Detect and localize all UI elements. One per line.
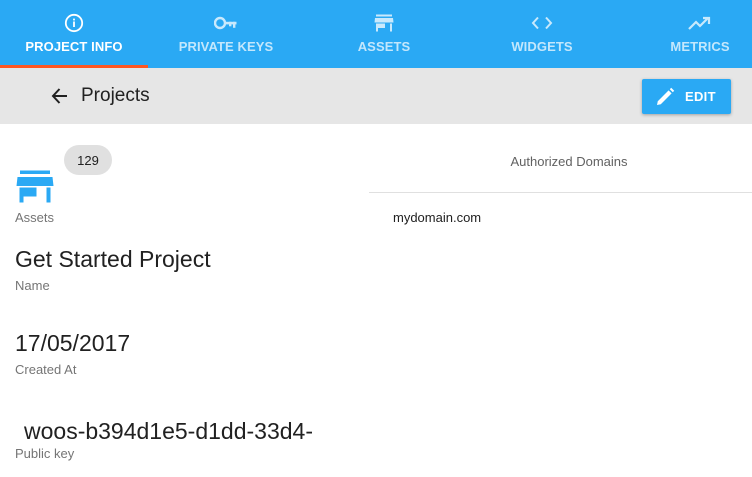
public-key-label: Public key — [15, 446, 75, 461]
page-title: Projects — [81, 85, 150, 106]
tab-label: ASSETS — [357, 39, 411, 54]
public-key-value: woos-b394d1e5-d1dd-33d4- — [24, 418, 313, 444]
tab-label: PROJECT INFO — [25, 39, 123, 54]
trending-up-icon — [688, 12, 712, 34]
pencil-icon — [655, 87, 675, 112]
tab-metrics[interactable]: METRICS — [626, 0, 752, 68]
store-icon — [374, 12, 394, 34]
code-icon — [531, 12, 553, 34]
tab-bar: PROJECT INFO PRIVATE KEYS ASSETS WIDGETS… — [0, 0, 752, 68]
edit-label: EDIT — [685, 89, 716, 104]
assets-count-badge: 129 — [64, 145, 112, 175]
arrow-left-icon[interactable] — [48, 84, 72, 108]
tab-private-keys[interactable]: PRIVATE KEYS — [150, 0, 302, 68]
store-icon — [16, 170, 54, 209]
info-icon — [64, 12, 84, 34]
key-icon — [214, 12, 238, 34]
list-item: mydomain.com — [393, 210, 482, 225]
tab-widgets[interactable]: WIDGETS — [468, 0, 616, 68]
assets-label: Assets — [15, 210, 55, 225]
name-label: Name — [15, 278, 50, 293]
tab-label: WIDGETS — [511, 39, 573, 54]
divider — [369, 192, 752, 193]
project-name: Get Started Project — [15, 246, 211, 272]
toolbar: Projects EDIT — [0, 68, 752, 124]
tab-assets[interactable]: ASSETS — [310, 0, 458, 68]
tab-label: METRICS — [670, 39, 730, 54]
authorized-domains-header: Authorized Domains — [510, 154, 628, 169]
created-at-value: 17/05/2017 — [15, 330, 131, 356]
created-at-label: Created At — [15, 362, 77, 377]
edit-button[interactable]: EDIT — [642, 79, 731, 114]
tab-label: PRIVATE KEYS — [178, 39, 274, 54]
tab-project-info[interactable]: PROJECT INFO — [0, 0, 148, 68]
